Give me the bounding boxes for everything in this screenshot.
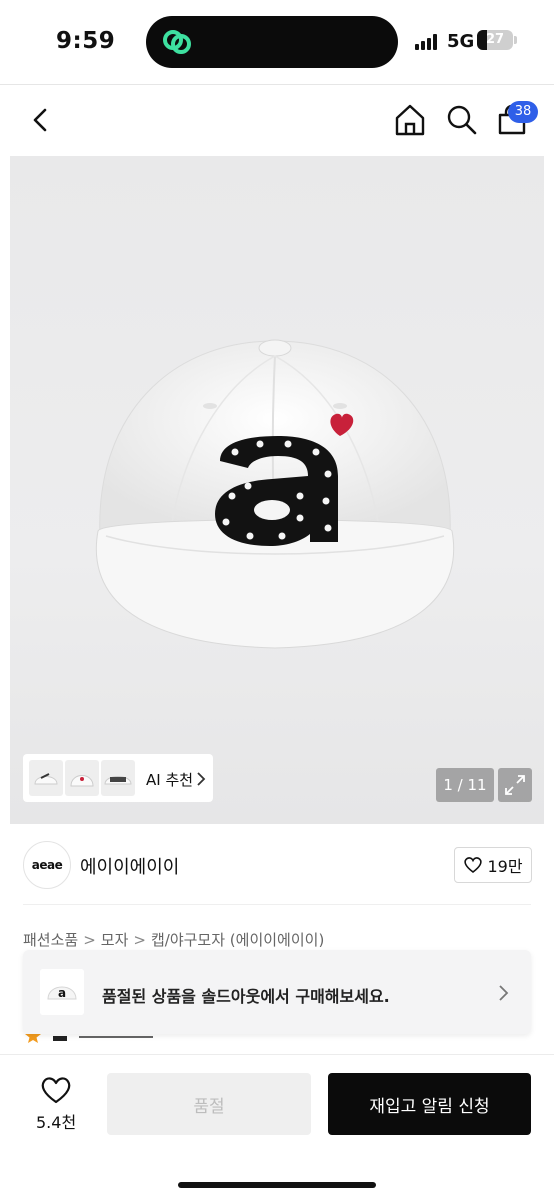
thumbnail-3[interactable] (101, 760, 135, 796)
thumbnail-1[interactable] (29, 760, 63, 796)
network-label: 5G (447, 31, 475, 52)
home-icon[interactable] (392, 102, 428, 138)
expand-icon[interactable] (498, 768, 532, 802)
product-image-cap (95, 339, 455, 649)
battery-level: 27 (485, 32, 505, 47)
signal-icon (415, 34, 437, 50)
wishlist-count: 5.4천 (36, 1113, 77, 1132)
breadcrumb-chevron-icon: > (133, 931, 146, 949)
back-arrow-icon[interactable] (26, 104, 56, 136)
chevron-right-icon[interactable] (497, 984, 509, 1002)
thumbnail-2[interactable] (65, 760, 99, 796)
cart-count-badge: 38 (508, 101, 538, 123)
soldout-button: 품절 (107, 1073, 311, 1135)
search-icon[interactable] (444, 102, 480, 138)
brand-like-count: 19만 (487, 857, 523, 876)
banner-product-thumbnail: a (40, 969, 84, 1015)
status-divider (0, 84, 554, 85)
brand-name[interactable]: 에이이에이이 (80, 853, 179, 879)
brand-like-button[interactable]: 19만 (454, 847, 532, 883)
status-time: 9:59 (56, 28, 116, 54)
home-indicator (178, 1182, 376, 1188)
banner-text[interactable]: 품절된 상품을 솔드아웃에서 구매해보세요. (102, 983, 390, 1007)
svg-text:a: a (58, 986, 66, 1000)
breadcrumb-chevron-icon: > (83, 931, 96, 949)
section-divider (23, 904, 531, 905)
breadcrumb-item-3[interactable]: 캡/야구모자 (에이이에이이) (151, 931, 324, 949)
dynamic-island (146, 16, 398, 68)
brand-logo[interactable]: aeae (23, 841, 71, 889)
restock-alert-button[interactable]: 재입고 알림 신청 (328, 1073, 531, 1135)
battery-tip (514, 36, 517, 44)
breadcrumb: 패션소품 > 모자 > 캡/야구모자 (에이이에이이) (23, 929, 324, 950)
image-pager: 1 / 11 (436, 768, 494, 802)
breadcrumb-item-1[interactable]: 패션소품 (23, 931, 78, 949)
breadcrumb-item-2[interactable]: 모자 (101, 931, 129, 949)
heart-outline-icon (464, 857, 483, 874)
battery-icon: 27 (477, 30, 513, 50)
wishlist-heart-icon[interactable] (40, 1075, 72, 1105)
link-icon (163, 30, 191, 54)
ai-recommend-label[interactable]: AI 추천 (146, 769, 193, 790)
chevron-right-icon[interactable] (196, 771, 206, 787)
